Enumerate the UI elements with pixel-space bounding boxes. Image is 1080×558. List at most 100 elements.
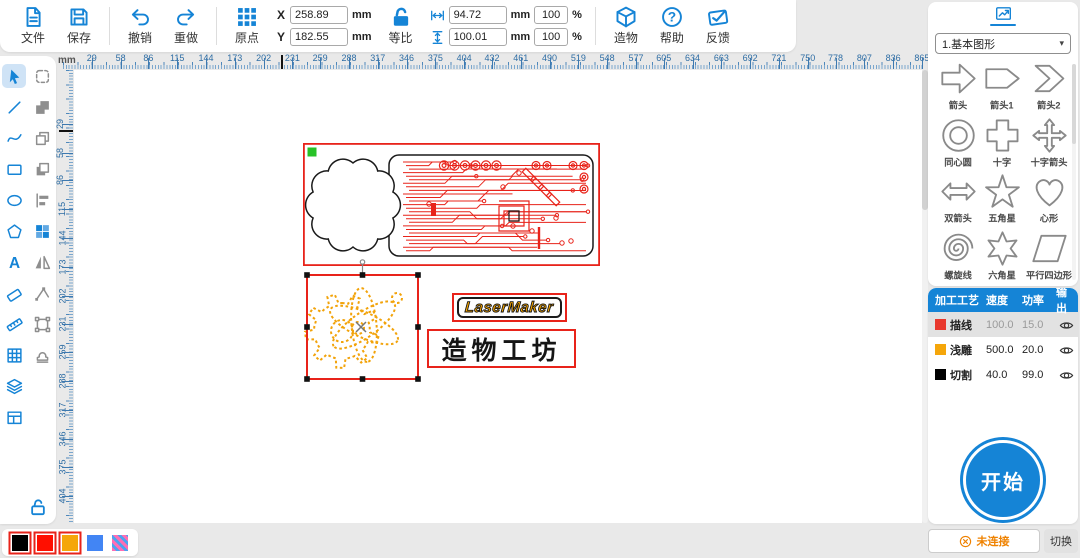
color-swatch-orange[interactable]: [62, 534, 78, 551]
spiral-icon: [943, 233, 973, 261]
speed-value: 500.0: [986, 343, 1014, 356]
color-swatch-red[interactable]: [37, 534, 53, 551]
redo-button[interactable]: 重做: [163, 3, 209, 49]
shape-star6[interactable]: 六角星: [980, 230, 1024, 284]
layers-tool[interactable]: [2, 374, 26, 398]
circuit-board-object[interactable]: [302, 142, 601, 266]
switch-device-button[interactable]: 切换: [1044, 529, 1078, 553]
shape-star5[interactable]: 五角星: [980, 173, 1024, 227]
visibility-eye-icon[interactable]: [1059, 343, 1074, 356]
shape-arrow1[interactable]: 箭头1: [980, 60, 1024, 114]
shape-cross_arrow[interactable]: 十字箭头: [1024, 117, 1074, 171]
height-input[interactable]: [448, 28, 507, 46]
shape-parallelogram[interactable]: 平行四边形: [1024, 230, 1074, 284]
save-button[interactable]: 保存: [56, 3, 102, 49]
connection-status[interactable]: 未连接: [928, 529, 1040, 553]
layer-color-swatch: [935, 369, 946, 380]
cursor-y-marker: [59, 130, 73, 132]
svg-text:A: A: [8, 254, 19, 270]
shape-arrow2[interactable]: 箭头2: [1024, 60, 1074, 114]
shape-label: 螺旋线: [944, 270, 972, 281]
measure-tool[interactable]: [2, 312, 26, 336]
cross_arrow-icon: [1031, 117, 1067, 153]
shape-concentric[interactable]: 同心圆: [936, 117, 980, 171]
feedback-button[interactable]: 反馈: [695, 3, 741, 49]
lasermaker-logo-object[interactable]: LaserMaker: [452, 293, 567, 322]
marquee-select-tool[interactable]: [30, 64, 54, 88]
library-tab[interactable]: [928, 2, 1078, 30]
frame-tool[interactable]: [30, 312, 54, 336]
arrow2-icon: [1034, 64, 1064, 93]
design-canvas[interactable]: LaserMaker 造物工坊: [74, 70, 922, 523]
speed-value: 40.0: [986, 368, 1008, 381]
process-row-浅雕[interactable]: 浅雕 500.0 20.0: [928, 337, 1078, 362]
toolbar-divider: [594, 7, 596, 45]
position-fields: X mm Y mm: [276, 6, 372, 46]
double_arrow-icon: [940, 182, 976, 201]
y-position-input[interactable]: [290, 28, 348, 46]
layer-color-palette: [2, 529, 138, 556]
shape-arrow[interactable]: 箭头: [936, 60, 980, 114]
height-percent-label: %: [572, 31, 582, 43]
select-tool[interactable]: [2, 64, 26, 88]
shape-heart[interactable]: 心形: [1024, 173, 1074, 227]
eraser-tool[interactable]: [2, 281, 26, 305]
process-row-切割[interactable]: 切割 40.0 99.0: [928, 362, 1078, 387]
color-grid-tool[interactable]: [30, 219, 54, 243]
layout-tool[interactable]: [2, 405, 26, 429]
category-dropdown[interactable]: 1.基本图形 ▾: [935, 33, 1071, 54]
width-input[interactable]: [448, 6, 507, 24]
cloud-gear-outline: [304, 158, 402, 252]
canvas-lock-icon[interactable]: [29, 498, 47, 516]
speed-value: 100.0: [986, 318, 1014, 331]
visibility-eye-icon[interactable]: [1059, 318, 1074, 331]
logo-text: LaserMaker: [464, 299, 555, 317]
shape-label: 六角星: [988, 270, 1016, 281]
caption-text-object[interactable]: 造物工坊: [427, 329, 576, 368]
aspect-lock-button[interactable]: 等比: [378, 3, 424, 49]
shape-double_arrow[interactable]: 双箭头: [936, 173, 980, 227]
scrollbar-thumb[interactable]: [1072, 64, 1076, 144]
node-edit-tool[interactable]: [30, 281, 54, 305]
selected-gear-atom-object[interactable]: [300, 259, 425, 386]
width-percent-label: %: [572, 9, 582, 21]
color-swatch-black[interactable]: [12, 534, 28, 551]
origin-button[interactable]: 原点: [224, 3, 270, 49]
polygon-tool[interactable]: [2, 219, 26, 243]
build-button[interactable]: 造物: [603, 3, 649, 49]
text-tool[interactable]: A: [2, 250, 26, 274]
boolean-union-tool[interactable]: [30, 95, 54, 119]
duplicate-tool[interactable]: [30, 126, 54, 150]
shape-spiral[interactable]: 螺旋线: [936, 230, 980, 284]
align-tool[interactable]: [30, 188, 54, 212]
process-table-header: 加工工艺 速度 功率 输出: [928, 288, 1078, 315]
line-tool[interactable]: [2, 95, 26, 119]
x-position-input[interactable]: [290, 6, 348, 24]
start-button[interactable]: 开始: [963, 440, 1043, 520]
visibility-eye-icon[interactable]: [1059, 368, 1074, 381]
color-swatch-blue[interactable]: [87, 534, 103, 551]
boolean-subtract-tool[interactable]: [30, 157, 54, 181]
height-percent-input[interactable]: [534, 28, 569, 46]
mirror-tool[interactable]: [30, 250, 54, 274]
grid-tool[interactable]: [2, 343, 26, 367]
feedback-icon: [707, 6, 729, 28]
column-header: 加工工艺: [935, 295, 979, 307]
undo-button[interactable]: 撤销: [117, 3, 163, 49]
shape-label: 平行四边形: [1026, 270, 1072, 281]
rectangle-tool[interactable]: [2, 157, 26, 181]
toolbar-divider: [216, 7, 217, 45]
lasermaker-app: 文件 保存 撤销 重做 原点 X mm Y: [0, 0, 1080, 558]
stamp-tool[interactable]: [30, 343, 54, 367]
toolbar-divider: [109, 7, 110, 45]
color-swatch-rainbow[interactable]: [112, 534, 128, 551]
column-header: 功率: [1022, 295, 1044, 307]
file-button[interactable]: 文件: [10, 3, 56, 49]
file-icon: [22, 6, 44, 28]
curve-tool[interactable]: [2, 126, 26, 150]
width-percent-input[interactable]: [534, 6, 569, 24]
shape-cross[interactable]: 十字: [980, 117, 1024, 171]
help-button[interactable]: ? 帮助: [649, 3, 695, 49]
empty-slot: [30, 374, 54, 398]
ellipse-tool[interactable]: [2, 188, 26, 212]
